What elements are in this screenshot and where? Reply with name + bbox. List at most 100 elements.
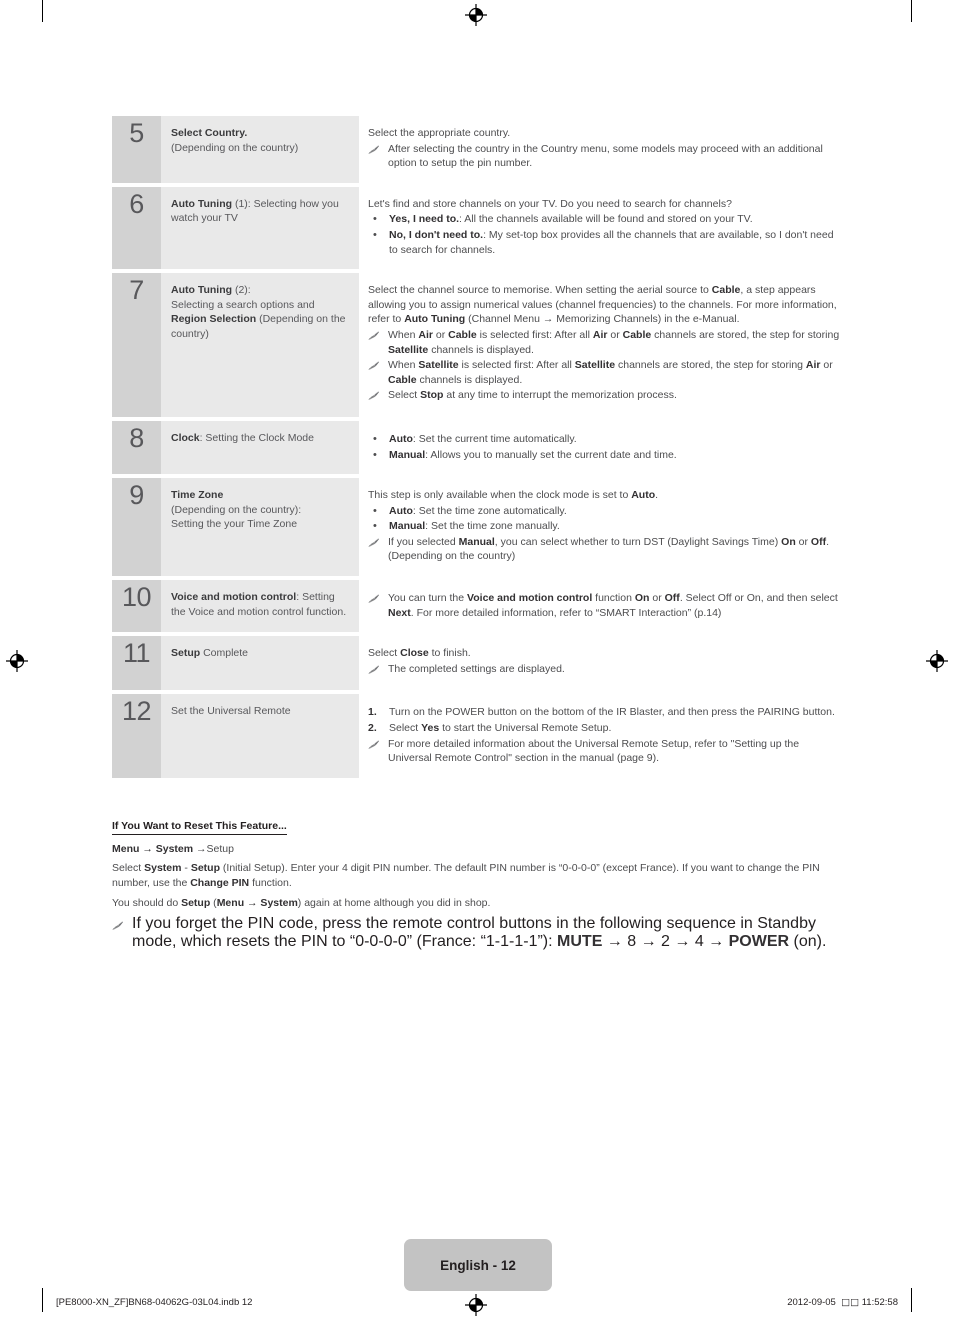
desc-lead: This step is only available when the clo… bbox=[368, 489, 659, 502]
step-label-cell: Time Zone (Depending on the country): Sett… bbox=[161, 478, 359, 577]
bullet-text: Manual: Set the time zone manually. bbox=[389, 520, 560, 533]
footer-file-reference: [PE8000-XN_ZF]BN68-04062G-03L04.indb 12 bbox=[56, 1297, 253, 1308]
reset-note: If you forget the PIN code, press the re… bbox=[112, 915, 842, 951]
bullet-text: Auto: Set the current time automatically… bbox=[389, 432, 577, 445]
step-label-cell: Auto Tuning (1): Selecting how you watch… bbox=[161, 186, 359, 270]
reset-menu-path: Menu → System →Setup bbox=[112, 842, 234, 855]
note-pencil-icon bbox=[368, 144, 388, 159]
step-label-line: Clock: Setting the Clock Mode bbox=[171, 431, 314, 444]
numbered-item-marker: 2. bbox=[368, 722, 377, 735]
step-label-cell: Select Country. (Depending on the country… bbox=[161, 116, 359, 183]
reset-paragraph-1: Select System - Setup (Initial Setup). E… bbox=[112, 862, 820, 889]
note-pencil-icon bbox=[368, 330, 388, 345]
note-text: The completed settings are displayed. bbox=[388, 662, 565, 675]
step-label-line: Set the Universal Remote bbox=[171, 705, 291, 718]
step-label-cell: Set the Universal Remote bbox=[161, 694, 359, 778]
step-label-line: Time Zone bbox=[171, 489, 224, 502]
step-number-cell: 12 bbox=[112, 694, 161, 778]
step-number-cell: 10 bbox=[112, 580, 161, 633]
bullet-item: • Manual: Set the time zone manually. bbox=[368, 519, 842, 534]
step-number-cell: 6 bbox=[112, 186, 161, 270]
bullet-item: • Auto: Set the time zone automatically. bbox=[368, 504, 842, 519]
numbered-item: 2. Select Yes to start the Universal Remo… bbox=[368, 721, 842, 736]
note-item: If you selected Manual, you can select w… bbox=[368, 535, 842, 564]
step-number-cell: 11 bbox=[112, 636, 161, 691]
step-label-line: Region Selection (Depending on the count… bbox=[171, 313, 346, 340]
bullet-dot-icon: • bbox=[373, 432, 377, 445]
step-row: 8 Clock: Setting the Clock Mode • Auto: Set… bbox=[112, 420, 842, 475]
bullet-item: • Auto: Set the current time automaticall… bbox=[368, 432, 842, 447]
numbered-item: 1. Turn on the POWER button on the bottom… bbox=[368, 705, 842, 720]
step-description-cell: • Auto: Set the current time automaticall… bbox=[359, 421, 842, 474]
bullet-item: • Yes, I need to.: All the channels avail… bbox=[368, 212, 842, 227]
note-item: The completed settings are displayed. bbox=[368, 662, 842, 679]
page-content: 5 Select Country. (Depending on the countr… bbox=[112, 112, 842, 951]
bullet-dot-icon: • bbox=[373, 520, 377, 533]
step-number-cell: 9 bbox=[112, 478, 161, 577]
page-number-tab: English - 12 bbox=[404, 1239, 552, 1291]
note-item: When Satellite is selected first: After … bbox=[368, 358, 842, 387]
step-description-cell: Select the appropriate country. After sel… bbox=[359, 116, 842, 183]
step-row: 12 Set the Universal Remote 1. Turn on the … bbox=[112, 694, 842, 778]
registration-mark-bottom bbox=[465, 1294, 487, 1316]
note-item: You can turn the Voice and motion contro… bbox=[368, 591, 842, 620]
numbered-item-text: Turn on the POWER button on the bottom o… bbox=[389, 706, 835, 719]
step-description-cell: Let's find and store channels on your TV… bbox=[359, 187, 842, 269]
note-text: Select Stop at any time to interrupt the… bbox=[388, 389, 677, 402]
step-description-cell: 1. Turn on the POWER button on the bottom… bbox=[359, 694, 842, 777]
step-row: 9 Time Zone (Depending on the country): Set… bbox=[112, 478, 842, 577]
note-text: After selecting the country in the Count… bbox=[388, 142, 823, 170]
bullet-text: No, I don't need to.: My set-top box pro… bbox=[389, 228, 834, 256]
note-text: When Air or Cable is selected first: Aft… bbox=[388, 328, 840, 356]
note-item: For more detailed information about the … bbox=[368, 737, 842, 766]
step-label-cell: Voice and motion control: Setting the Vo… bbox=[161, 580, 359, 633]
step-row: 7 Auto Tuning (2): Selecting a search opti… bbox=[112, 273, 842, 417]
step-description-cell: You can turn the Voice and motion contro… bbox=[359, 580, 842, 632]
crop-mark-top-left bbox=[42, 0, 43, 22]
note-pencil-icon bbox=[368, 390, 388, 405]
note-text: When Satellite is selected first: After … bbox=[388, 359, 833, 386]
note-text: For more detailed information about the … bbox=[388, 737, 800, 765]
step-label-line: (Depending on the country): bbox=[171, 503, 302, 516]
bullet-dot-icon: • bbox=[373, 448, 377, 461]
numbered-item-marker: 1. bbox=[368, 706, 377, 719]
desc-lead: Select the appropriate country. bbox=[368, 127, 511, 139]
bullet-item: • Manual: Allows you to manually set the … bbox=[368, 448, 842, 463]
footer-date: 2012-09-05 bbox=[787, 1297, 836, 1308]
setup-steps-table: 5 Select Country. (Depending on the countr… bbox=[112, 112, 842, 782]
step-label-line: Auto Tuning (1): Selecting how you watch… bbox=[171, 197, 339, 225]
note-pencil-icon bbox=[368, 593, 388, 608]
note-text: You can turn the Voice and motion contro… bbox=[388, 592, 838, 619]
step-number-cell: 7 bbox=[112, 273, 161, 417]
note-text: If you forget the PIN code, press the re… bbox=[132, 915, 827, 951]
bullet-text: Manual: Allows you to manually set the c… bbox=[389, 448, 677, 461]
registration-mark-top bbox=[465, 4, 487, 26]
bullet-dot-icon: • bbox=[373, 228, 377, 241]
step-label-cell: Setup Complete bbox=[161, 636, 359, 691]
note-item: Select Stop at any time to interrupt the… bbox=[368, 388, 842, 405]
step-label-line: (Depending on the country) bbox=[171, 141, 299, 154]
bullet-text: Yes, I need to.: All the channels availa… bbox=[389, 213, 753, 226]
crop-mark-bottom-left bbox=[42, 1288, 43, 1312]
note-item: After selecting the country in the Count… bbox=[368, 142, 842, 171]
note-item: When Air or Cable is selected first: Aft… bbox=[368, 328, 842, 357]
step-label-line: Setup Complete bbox=[171, 647, 249, 660]
step-label-cell: Auto Tuning (2): Selecting a search optio… bbox=[161, 273, 359, 417]
step-row: 5 Select Country. (Depending on the countr… bbox=[112, 116, 842, 183]
note-pencil-icon bbox=[368, 664, 388, 679]
desc-lead: Select Close to finish. bbox=[368, 647, 471, 660]
step-label-cell: Clock: Setting the Clock Mode bbox=[161, 420, 359, 475]
bullet-dot-icon: • bbox=[373, 504, 377, 517]
reset-section-title: If You Want to Reset This Feature... bbox=[112, 820, 287, 835]
page-number-label: English - 12 bbox=[440, 1257, 516, 1273]
footer-time: 11:52:58 bbox=[861, 1297, 898, 1308]
step-row: 6 Auto Tuning (1): Selecting how you watc… bbox=[112, 186, 842, 270]
crop-mark-top-right bbox=[911, 0, 912, 22]
desc-lead: Select the channel source to memorise. W… bbox=[368, 284, 837, 326]
desc-lead: Let's find and store channels on your TV… bbox=[368, 197, 732, 210]
note-text: If you selected Manual, you can select w… bbox=[388, 535, 830, 563]
note-pencil-icon bbox=[368, 360, 388, 375]
step-label-line: Select Country. bbox=[171, 127, 248, 139]
step-description-cell: Select Close to finish. The completed set… bbox=[359, 636, 842, 690]
reset-paragraph-2: You should do Setup (Menu → System) agai… bbox=[112, 896, 491, 909]
